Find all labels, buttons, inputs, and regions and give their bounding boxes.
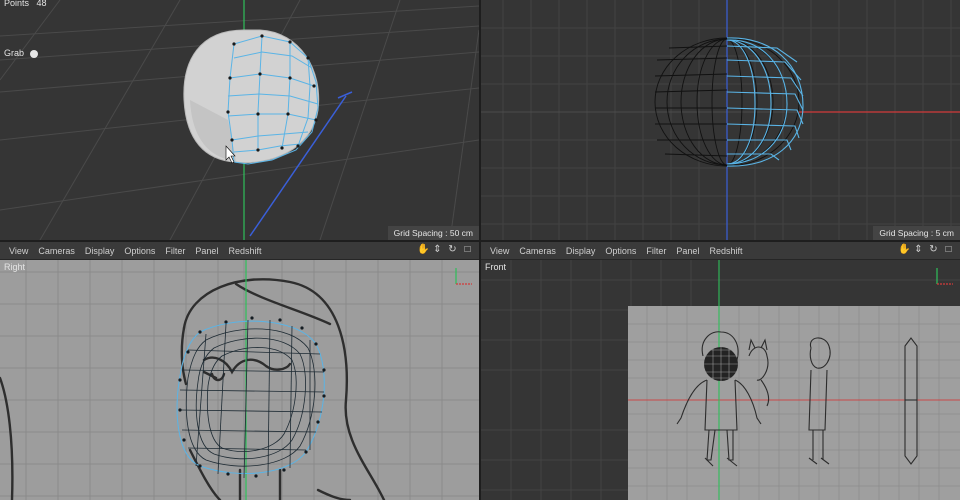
- menu-cameras[interactable]: Cameras: [514, 246, 561, 256]
- menu-filter[interactable]: Filter: [641, 246, 671, 256]
- menu-panel[interactable]: Panel: [190, 246, 223, 256]
- menu-filter[interactable]: Filter: [160, 246, 190, 256]
- right-view-grid: [0, 260, 479, 500]
- move-arrows-icon[interactable]: ⇕: [432, 244, 443, 256]
- move-arrows-icon[interactable]: ⇕: [913, 244, 924, 256]
- viewport-menubar-right: View Cameras Display Options Filter Pane…: [0, 242, 479, 260]
- perspective-scene: [0, 0, 479, 240]
- tool-label: Grab: [4, 48, 38, 58]
- head-wireframe: [176, 320, 325, 475]
- front-viewport[interactable]: Front: [481, 260, 960, 500]
- hand-pan-icon[interactable]: ✋: [898, 244, 910, 256]
- menu-options[interactable]: Options: [600, 246, 641, 256]
- menu-options[interactable]: Options: [119, 246, 160, 256]
- menu-redshift[interactable]: Redshift: [223, 246, 266, 256]
- head-wireframe-right: [726, 37, 804, 167]
- head-wireframe-lines: [179, 319, 325, 479]
- head-wireframe-front: [704, 347, 738, 381]
- menu-display[interactable]: Display: [80, 246, 120, 256]
- axis-gizmo: [936, 268, 953, 285]
- maximize-icon[interactable]: □: [943, 244, 954, 256]
- top-viewport[interactable]: Grid Spacing : 5 cm: [481, 0, 960, 240]
- hand-pan-icon[interactable]: ✋: [417, 244, 429, 256]
- menu-cameras[interactable]: Cameras: [33, 246, 80, 256]
- top-view-grid: [481, 0, 960, 240]
- menu-redshift[interactable]: Redshift: [704, 246, 747, 256]
- top-view-scene: [481, 0, 960, 240]
- cinema4d-quad-view: Points 48 Grab Grid Spacing : 50 cm Grid…: [0, 0, 960, 500]
- points-count: 48: [36, 0, 47, 8]
- view-name: Right: [4, 262, 26, 272]
- axis-gizmo: [455, 268, 472, 285]
- front-view-scene: [481, 260, 960, 500]
- grab-tool-icon: [29, 49, 38, 58]
- viewport-divider-horizontal[interactable]: [0, 240, 960, 242]
- vertex-points: [178, 316, 326, 478]
- points-label: Points 48: [4, 0, 47, 8]
- viewport-menubar-front: View Cameras Display Options Filter Pane…: [481, 242, 960, 260]
- menu-panel[interactable]: Panel: [671, 246, 704, 256]
- perspective-viewport[interactable]: Points 48 Grab Grid Spacing : 50 cm: [0, 0, 479, 240]
- grid-spacing-label: Grid Spacing : 5 cm: [873, 226, 960, 240]
- viewport-nav-tools: ✋ ⇕ ↻ □: [417, 244, 473, 256]
- viewport-nav-tools: ✋ ⇕ ↻ □: [898, 244, 954, 256]
- rotate-icon[interactable]: ↻: [928, 244, 939, 256]
- right-view-scene: [0, 260, 479, 500]
- maximize-icon[interactable]: □: [462, 244, 473, 256]
- menu-view[interactable]: View: [4, 246, 33, 256]
- rotate-icon[interactable]: ↻: [447, 244, 458, 256]
- view-name: Front: [485, 262, 507, 272]
- viewport-divider-vertical[interactable]: [479, 0, 481, 500]
- menu-display[interactable]: Display: [561, 246, 601, 256]
- menu-view[interactable]: View: [485, 246, 514, 256]
- reference-image-plane: [628, 306, 960, 500]
- right-viewport[interactable]: Right: [0, 260, 479, 500]
- grid-spacing-label: Grid Spacing : 50 cm: [387, 226, 479, 240]
